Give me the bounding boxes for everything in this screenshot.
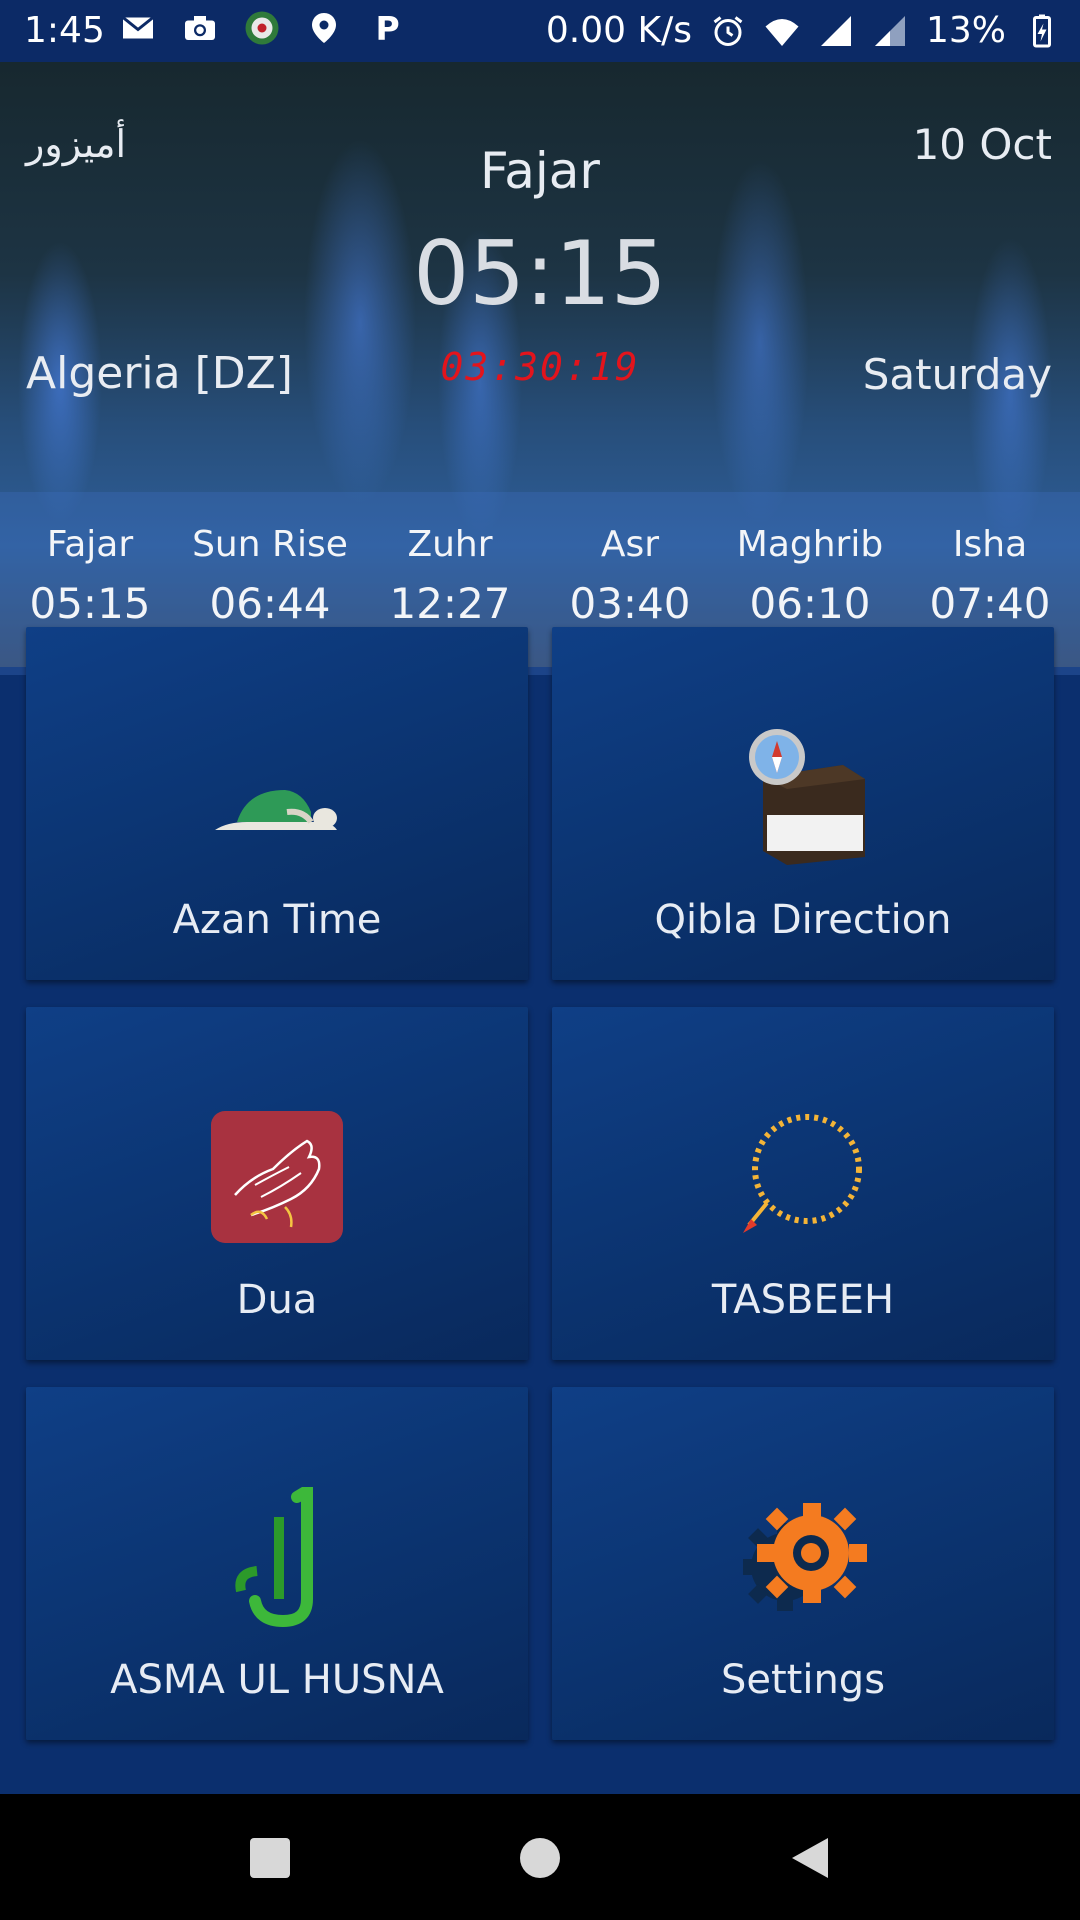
allah-calligraphy-icon <box>207 1487 347 1627</box>
prayer-mat-icon <box>207 727 347 867</box>
prayer-time-isha: Isha 07:40 <box>900 492 1080 628</box>
prayer-time-asr: Asr 03:40 <box>540 492 720 628</box>
prayer-time-maghrib: Maghrib 06:10 <box>720 492 900 628</box>
parking-icon: P <box>368 10 404 46</box>
prayer-name: Isha <box>952 524 1028 565</box>
tasbeeh-button[interactable]: TASBEEH <box>552 1007 1054 1360</box>
weekday: Saturday <box>862 350 1052 399</box>
prayer-time-sunrise: Sun Rise 06:44 <box>180 492 360 628</box>
prayer-time: 03:40 <box>569 579 691 628</box>
back-button[interactable] <box>786 1834 834 1882</box>
location-icon <box>306 10 342 46</box>
svg-text:P: P <box>376 10 400 46</box>
camera-icon <box>182 10 218 46</box>
prayer-name: Fajar <box>46 524 134 565</box>
qibla-direction-button[interactable]: Qibla Direction <box>552 627 1054 980</box>
card-label: TASBEEH <box>711 1277 895 1323</box>
card-label: ASMA UL HUSNA <box>110 1657 444 1703</box>
asma-ul-husna-button[interactable]: ASMA UL HUSNA <box>26 1387 528 1740</box>
prayer-time: 06:10 <box>749 579 871 628</box>
prayer-time: 06:44 <box>209 579 331 628</box>
kaaba-compass-icon <box>733 727 873 867</box>
home-button[interactable] <box>516 1834 564 1882</box>
prayer-time: 12:27 <box>389 579 511 628</box>
prayer-time-zuhr: Zuhr 12:27 <box>360 492 540 628</box>
next-prayer-time: 05:15 <box>413 222 667 325</box>
prayer-name: Asr <box>600 524 660 565</box>
settings-button[interactable]: Settings <box>552 1387 1054 1740</box>
card-label: Settings <box>720 1657 886 1703</box>
recents-button[interactable] <box>246 1834 294 1882</box>
signal-2-icon <box>872 13 908 49</box>
praying-hands-icon <box>207 1107 347 1247</box>
prayer-time: 05:15 <box>29 579 151 628</box>
prayer-name: Maghrib <box>736 524 884 565</box>
dua-button[interactable]: Dua <box>26 1007 528 1360</box>
status-time: 1:45 <box>24 10 105 51</box>
mail-icon <box>120 10 156 46</box>
card-label: Qibla Direction <box>654 897 952 943</box>
app-badge-icon <box>244 10 280 46</box>
network-speed: 0.00 K/s <box>545 10 692 51</box>
next-prayer-name: Fajar <box>480 142 600 200</box>
gear-icon <box>733 1487 873 1627</box>
system-indicators: 0.00 K/s 13% <box>546 10 1060 51</box>
signal-icon <box>818 13 854 49</box>
wifi-icon <box>764 13 800 49</box>
card-label: Dua <box>236 1277 318 1323</box>
system-navigation-bar <box>0 1794 1080 1920</box>
card-label: Azan Time <box>172 897 382 943</box>
notification-icons: P <box>120 10 404 46</box>
alarm-icon <box>710 13 746 49</box>
prayer-beads-icon <box>733 1107 873 1247</box>
prayer-time: 07:40 <box>929 579 1051 628</box>
battery-percent: 13% <box>925 10 1006 51</box>
azan-time-button[interactable]: Azan Time <box>26 627 528 980</box>
status-bar: 1:45 P 0.00 K/s 13% <box>0 0 1080 62</box>
prayer-name: Sun Rise <box>192 524 348 565</box>
battery-icon <box>1024 13 1060 49</box>
prayer-time-fajar: Fajar 05:15 <box>0 492 180 628</box>
prayer-name: Zuhr <box>407 524 493 565</box>
prayer-header: أميزور 10 Oct Fajar 05:15 Algeria [DZ] 0… <box>0 62 1080 675</box>
